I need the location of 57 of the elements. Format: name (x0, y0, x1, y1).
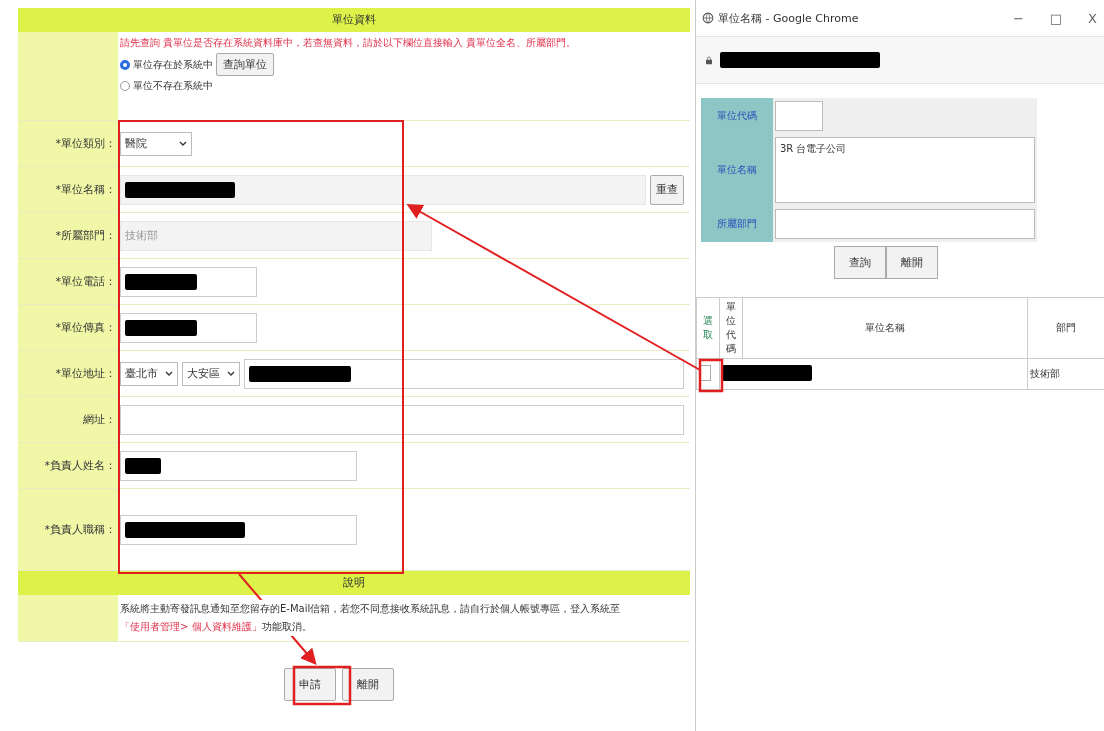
lock-icon (706, 55, 712, 65)
field-label: 單位代碼 (717, 109, 757, 123)
minimize-button[interactable]: − (1012, 10, 1024, 26)
close-button[interactable]: X (1088, 10, 1097, 26)
radio-label: 單位存在於系統中 (133, 57, 213, 72)
field-label: *單位電話： (18, 259, 118, 304)
select-field[interactable]: 大安區 (182, 361, 240, 386)
maximize-button[interactable]: □ (1049, 10, 1063, 26)
requery-button[interactable]: 重查 (650, 174, 684, 205)
field-label: *負責人姓名： (18, 443, 118, 488)
column-header: 單位名稱 (742, 297, 1028, 359)
input-field[interactable] (775, 209, 1035, 239)
input-field[interactable] (244, 358, 684, 389)
caret-icon (227, 371, 235, 376)
radio-label: 單位不存在系統中 (133, 79, 213, 93)
caret-icon (179, 141, 187, 146)
input-field[interactable] (120, 514, 357, 545)
field-label: *單位名稱： (18, 167, 118, 212)
input-field[interactable] (120, 404, 684, 435)
leave-button[interactable]: 離開 (342, 668, 394, 701)
redaction-bar (125, 273, 197, 290)
redaction-bar (125, 457, 161, 474)
field-label: *單位傳真： (18, 305, 118, 350)
field-label: *所屬部門： (18, 213, 118, 258)
field-label: *單位類別： (18, 121, 118, 166)
text-area[interactable]: 3R 台電子公司 (775, 137, 1035, 203)
select-field[interactable]: 臺北市 (120, 361, 178, 386)
input-field[interactable] (120, 266, 257, 297)
column-header: 單位代碼 (719, 297, 743, 359)
field-label: *單位地址： (18, 351, 118, 396)
column-header: 部門 (1027, 297, 1104, 359)
search-unit-button[interactable]: 查詢單位 (216, 53, 274, 76)
notes-text: 系統將主動寄發訊息通知至您留存的E-Mail信箱，若您不同意接收系統訊息，請自行於個人帳號專區，登入系統至 「使用者管理> 個人資料維護」功能取消。 (120, 600, 621, 636)
column-header: 選取 (696, 297, 720, 359)
input-field[interactable] (120, 312, 257, 343)
globe-icon (702, 12, 714, 24)
highlight-frame (292, 665, 352, 706)
caret-icon (165, 371, 173, 376)
window-title: 單位名稱 - Google Chrome (718, 10, 859, 26)
leave-button[interactable]: 離開 (885, 246, 938, 279)
section-header: 說明 (18, 571, 690, 595)
field-label: 所屬部門 (717, 217, 757, 231)
redaction-bar (125, 319, 197, 336)
select-field[interactable]: 醫院 (120, 131, 192, 156)
query-button[interactable]: 查詢 (833, 246, 886, 279)
input-field[interactable] (120, 450, 357, 481)
input-field[interactable] (775, 101, 823, 131)
radio-button[interactable] (120, 81, 130, 91)
field-label: *負責人職稱： (18, 489, 118, 570)
section-header: 單位資料 (18, 8, 690, 32)
notice-text: 請先查詢 貴單位是否存在系統資料庫中，若查無資料，請於以下欄位直接輸入 貴單位全名、所屬部門。 (120, 36, 577, 50)
apply-button[interactable]: 申請 (284, 668, 336, 701)
input-field: 技術部 (120, 220, 432, 251)
field-label: 單位名稱 (717, 163, 757, 177)
field-label: 網址： (18, 397, 118, 442)
highlight-frame (698, 358, 724, 393)
radio-button[interactable] (120, 59, 130, 70)
